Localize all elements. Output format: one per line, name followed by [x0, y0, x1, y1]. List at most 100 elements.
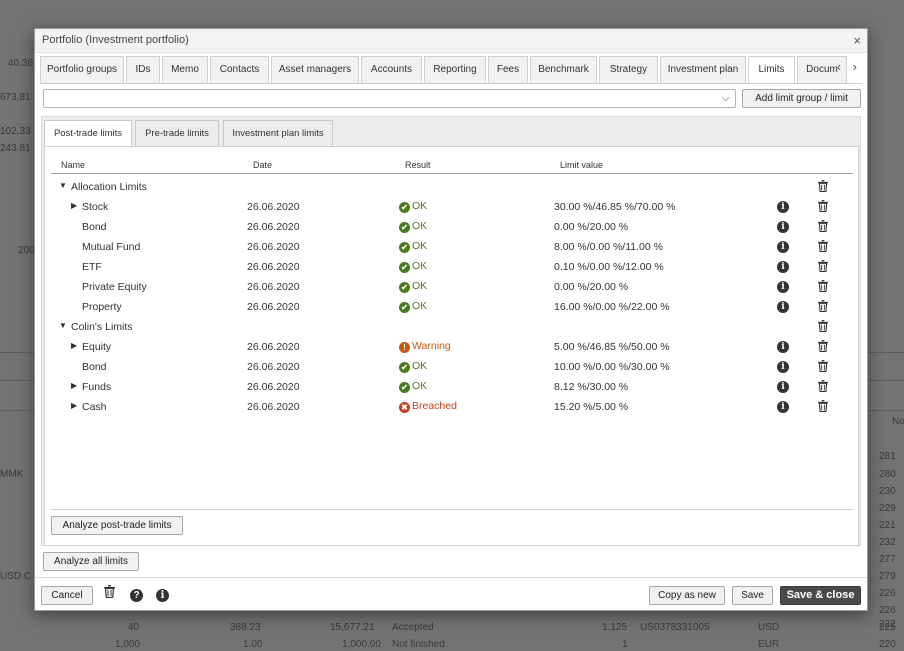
- tab-limits[interactable]: Limits: [748, 56, 795, 83]
- close-icon[interactable]: ×: [853, 33, 861, 48]
- copy-as-new-button[interactable]: Copy as new: [649, 586, 725, 605]
- bg-label: 673.81: [0, 92, 31, 103]
- tab-asset-managers[interactable]: Asset managers: [271, 56, 359, 83]
- bg-label: 280: [879, 469, 896, 480]
- limit-value: 0.00 %/20.00 %: [554, 281, 629, 293]
- trash-icon[interactable]: [818, 340, 828, 355]
- limit-name: Stock: [82, 201, 109, 213]
- help-icon[interactable]: ?: [130, 587, 143, 602]
- tab-ids[interactable]: IDs: [126, 56, 160, 83]
- bg-label: 232: [879, 537, 896, 548]
- expand-caret-icon[interactable]: ▶: [71, 381, 77, 390]
- bg-row-cell: 220: [879, 639, 896, 650]
- save-button[interactable]: Save: [732, 586, 773, 605]
- bg-label: 200: [18, 245, 35, 256]
- info-icon[interactable]: i: [777, 241, 789, 253]
- limit-row[interactable]: Property 26.06.2020 ✔ OK 16.00 %/0.00 %/22.0…: [51, 297, 853, 317]
- check-circle-icon: ✔: [399, 282, 410, 293]
- trash-icon[interactable]: [818, 360, 828, 375]
- expand-caret-icon[interactable]: ▶: [71, 401, 77, 410]
- tab-fees[interactable]: Fees: [488, 56, 528, 83]
- tab-contacts[interactable]: Contacts: [210, 56, 269, 83]
- trash-icon[interactable]: [818, 300, 828, 315]
- save-and-close-button[interactable]: Save & close: [780, 586, 861, 605]
- limit-result: ✔ OK: [399, 240, 427, 253]
- limit-value: 15.20 %/5.00 %: [554, 401, 629, 413]
- column-header-date: Date: [253, 160, 273, 170]
- limit-row[interactable]: ETF 26.06.2020 ✔ OK 0.10 %/0.00 %/12.00 % i: [51, 257, 853, 277]
- limits-table-area: Name Date Result Limit value ▼ Allocation…: [44, 146, 859, 546]
- bg-row-cell: Accepted: [392, 622, 434, 633]
- limit-row[interactable]: Private Equity 26.06.2020 ✔ OK 0.00 %/20.00 …: [51, 277, 853, 297]
- limit-date: 26.06.2020: [247, 381, 300, 393]
- limit-result-text: OK: [412, 380, 428, 392]
- limit-group-row[interactable]: ▼ Colin's Limits: [51, 317, 853, 337]
- trash-icon[interactable]: [818, 280, 828, 295]
- tab-bar: Portfolio groups IDs Memo Contacts Asset…: [40, 56, 862, 84]
- tab-accounts[interactable]: Accounts: [361, 56, 422, 83]
- collapse-caret-icon[interactable]: ▼: [59, 181, 67, 190]
- limit-name: Cash: [82, 401, 107, 413]
- info-icon[interactable]: i: [777, 201, 789, 213]
- analyze-post-trade-limits-button[interactable]: Analyze post-trade limits: [51, 516, 183, 535]
- trash-icon[interactable]: [818, 320, 828, 335]
- trash-icon[interactable]: [818, 260, 828, 275]
- info-icon[interactable]: i: [156, 587, 169, 602]
- info-icon[interactable]: i: [777, 301, 789, 313]
- limit-row[interactable]: ▶ Stock 26.06.2020 ✔ OK 30.00 %/46.85 %/70.00…: [51, 197, 853, 217]
- trash-icon[interactable]: [818, 200, 828, 215]
- bg-row-cell: 388.23: [230, 622, 261, 633]
- trash-icon[interactable]: [818, 380, 828, 395]
- bg-label: 230: [879, 486, 896, 497]
- expand-caret-icon[interactable]: ▶: [71, 201, 77, 210]
- info-icon[interactable]: i: [777, 281, 789, 293]
- portfolio-dialog: Portfolio (Investment portfolio) × Portf…: [34, 28, 868, 611]
- tab-portfolio-groups[interactable]: Portfolio groups: [40, 56, 124, 83]
- limit-group-row[interactable]: ▼ Allocation Limits: [51, 177, 853, 197]
- analyze-all-limits-button[interactable]: Analyze all limits: [43, 552, 139, 571]
- tab-scroll-arrows-icon[interactable]: ‹ ›: [837, 59, 861, 74]
- tab-investment-plan[interactable]: Investment plan: [660, 56, 746, 83]
- cancel-button[interactable]: Cancel: [41, 586, 93, 605]
- error-circle-icon: ✖: [399, 402, 410, 413]
- expand-caret-icon[interactable]: ▶: [71, 341, 77, 350]
- bg-row-cell: Not finished: [392, 639, 445, 650]
- limit-row[interactable]: Bond 26.06.2020 ✔ OK 0.00 %/20.00 % i: [51, 217, 853, 237]
- collapse-caret-icon[interactable]: ▼: [59, 321, 67, 330]
- limit-row[interactable]: Mutual Fund 26.06.2020 ✔ OK 8.00 %/0.00 %/11…: [51, 237, 853, 257]
- check-circle-icon: ✔: [399, 222, 410, 233]
- bg-label: 281: [879, 451, 896, 462]
- subtab-investment-plan-limits[interactable]: Investment plan limits: [223, 120, 333, 147]
- tab-reporting[interactable]: Reporting: [424, 56, 486, 83]
- info-icon[interactable]: i: [777, 261, 789, 273]
- limit-result-text: OK: [412, 300, 428, 312]
- limit-row[interactable]: ▶ Cash 26.06.2020 ✖ Breached 15.20 %/5.00 % i: [51, 397, 853, 417]
- limit-value: 5.00 %/46.85 %/50.00 %: [554, 341, 670, 353]
- limit-value: 10.00 %/0.00 %/30.00 %: [554, 361, 670, 373]
- tab-benchmark[interactable]: Benchmark: [530, 56, 597, 83]
- add-limit-group-button[interactable]: Add limit group / limit: [742, 89, 861, 108]
- limit-date: 26.06.2020: [247, 401, 300, 413]
- limit-row[interactable]: ▶ Equity 26.06.2020! Warning 5.00 %/46.85 %/…: [51, 337, 853, 357]
- limit-row[interactable]: ▶ Funds 26.06.2020 ✔ OK 8.12 %/30.00 % i: [51, 377, 853, 397]
- info-icon[interactable]: i: [777, 401, 789, 413]
- bg-label: 279: [879, 571, 896, 582]
- trash-icon[interactable]: [818, 180, 828, 195]
- info-icon[interactable]: i: [777, 381, 789, 393]
- info-icon[interactable]: i: [777, 341, 789, 353]
- trash-icon[interactable]: [818, 400, 828, 415]
- trash-icon[interactable]: [818, 240, 828, 255]
- info-icon[interactable]: i: [777, 221, 789, 233]
- limit-row[interactable]: Bond 26.06.2020 ✔ OK 10.00 %/0.00 %/30.00 % i: [51, 357, 853, 377]
- trash-icon[interactable]: [104, 585, 115, 601]
- limit-value: 0.00 %/20.00 %: [554, 221, 629, 233]
- subtab-post-trade-limits[interactable]: Post-trade limits: [44, 120, 132, 148]
- info-icon[interactable]: i: [777, 361, 789, 373]
- limit-name: Colin's Limits: [71, 321, 133, 333]
- tab-strategy[interactable]: Strategy: [599, 56, 658, 83]
- subtab-pre-trade-limits[interactable]: Pre-trade limits: [135, 120, 219, 147]
- trash-icon[interactable]: [818, 220, 828, 235]
- dialog-header: Portfolio (Investment portfolio) ×: [35, 29, 867, 53]
- tab-memo[interactable]: Memo: [162, 56, 208, 83]
- limit-group-select[interactable]: ⌵: [43, 89, 736, 108]
